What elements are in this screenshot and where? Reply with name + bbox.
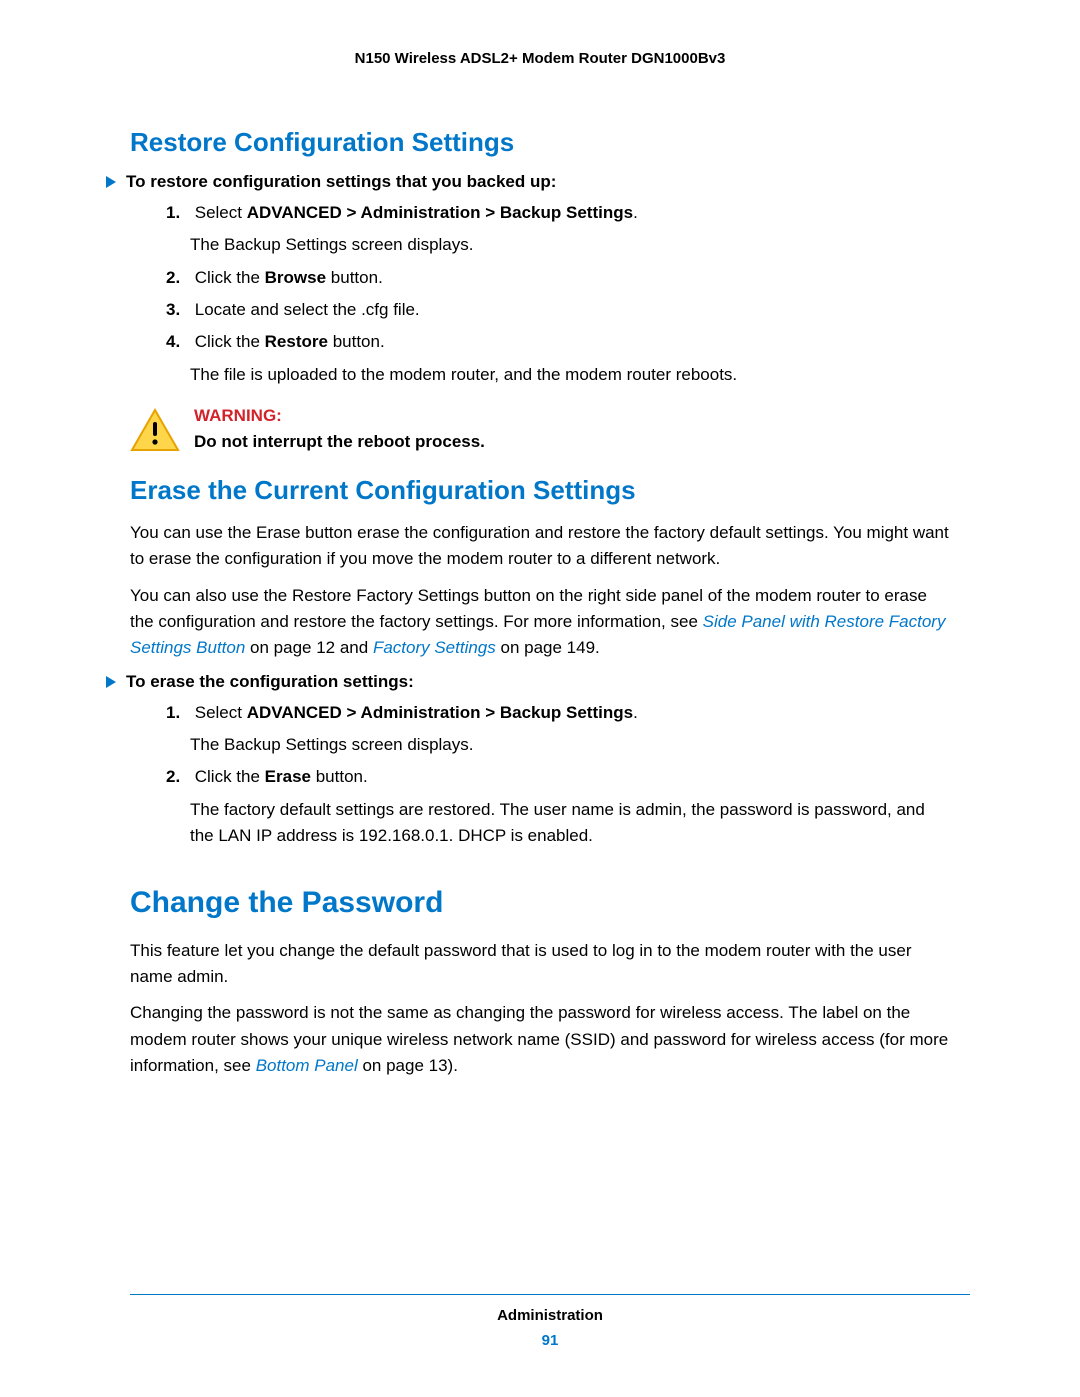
step-text-post: . <box>633 703 638 722</box>
heading-change-password: Change the Password <box>130 886 950 920</box>
paragraph: Changing the password is not the same as… <box>130 1000 950 1079</box>
paragraph: You can use the Erase button erase the c… <box>130 520 950 573</box>
step-text-post: button. <box>326 268 383 287</box>
step-text-pre: Click the <box>195 268 265 287</box>
warning-content: WARNING: Do not interrupt the reboot pro… <box>194 406 485 452</box>
task-lead-erase: To erase the configuration settings: <box>130 672 950 692</box>
heading-restore-configuration: Restore Configuration Settings <box>130 127 950 158</box>
step-2: 2. Click the Browse button. <box>166 265 950 291</box>
step-subtext: The Backup Settings screen displays. <box>190 232 950 258</box>
task-lead-restore: To restore configuration settings that y… <box>130 172 950 192</box>
steps-erase: 1. Select ADVANCED > Administration > Ba… <box>130 700 950 850</box>
warning-label: WARNING: <box>194 406 485 426</box>
step-3: 3. Locate and select the .cfg file. <box>166 297 950 323</box>
step-1: 1. Select ADVANCED > Administration > Ba… <box>166 200 950 226</box>
step-text: Locate and select the .cfg file. <box>195 300 420 319</box>
step-subtext: The factory default settings are restore… <box>190 797 950 850</box>
footer-section-label: Administration <box>130 1307 970 1324</box>
step-text-bold: ADVANCED > Administration > Backup Setti… <box>247 703 633 722</box>
step-text-pre: Click the <box>195 767 265 786</box>
paragraph: You can also use the Restore Factory Set… <box>130 583 950 662</box>
footer-page-number: 91 <box>130 1332 970 1349</box>
warning-triangle-icon <box>130 408 180 457</box>
step-text-post: button. <box>328 332 385 351</box>
document-header: N150 Wireless ADSL2+ Modem Router DGN100… <box>130 50 950 67</box>
heading-erase-configuration: Erase the Current Configuration Settings <box>130 475 950 506</box>
step-number: 3. <box>166 297 190 323</box>
paragraph: This feature let you change the default … <box>130 938 950 991</box>
warning-text: Do not interrupt the reboot process. <box>194 432 485 452</box>
step-text-post: . <box>633 203 638 222</box>
step-number: 2. <box>166 764 190 790</box>
step-2: 2. Click the Erase button. <box>166 764 950 790</box>
paragraph-text-post: on page 149. <box>496 638 600 657</box>
paragraph-text-post: on page 13). <box>358 1056 458 1075</box>
step-subtext: The file is uploaded to the modem router… <box>190 362 950 388</box>
step-4: 4. Click the Restore button. <box>166 329 950 355</box>
step-text-bold: Restore <box>265 332 328 351</box>
steps-restore: 1. Select ADVANCED > Administration > Ba… <box>130 200 950 388</box>
step-number: 1. <box>166 200 190 226</box>
step-text-pre: Click the <box>195 332 265 351</box>
step-text-post: button. <box>311 767 368 786</box>
footer-rule <box>130 1294 970 1295</box>
chevron-right-icon <box>106 176 116 188</box>
step-text-bold: Erase <box>265 767 311 786</box>
task-lead-text: To erase the configuration settings: <box>126 672 414 692</box>
step-number: 1. <box>166 700 190 726</box>
link-bottom-panel[interactable]: Bottom Panel <box>256 1056 358 1075</box>
paragraph-text-pre: Changing the password is not the same as… <box>130 1003 948 1075</box>
link-factory-settings[interactable]: Factory Settings <box>373 638 496 657</box>
step-subtext: The Backup Settings screen displays. <box>190 732 950 758</box>
paragraph-text-mid: on page 12 and <box>245 638 373 657</box>
step-text-bold: ADVANCED > Administration > Backup Setti… <box>247 203 633 222</box>
page: N150 Wireless ADSL2+ Modem Router DGN100… <box>0 0 1080 1397</box>
step-text-pre: Select <box>195 703 247 722</box>
chevron-right-icon <box>106 676 116 688</box>
step-number: 4. <box>166 329 190 355</box>
step-text-pre: Select <box>195 203 247 222</box>
warning-block: WARNING: Do not interrupt the reboot pro… <box>130 406 950 457</box>
task-lead-text: To restore configuration settings that y… <box>126 172 556 192</box>
page-footer: Administration 91 <box>130 1294 970 1349</box>
step-number: 2. <box>166 265 190 291</box>
step-1: 1. Select ADVANCED > Administration > Ba… <box>166 700 950 726</box>
step-text-bold: Browse <box>265 268 326 287</box>
